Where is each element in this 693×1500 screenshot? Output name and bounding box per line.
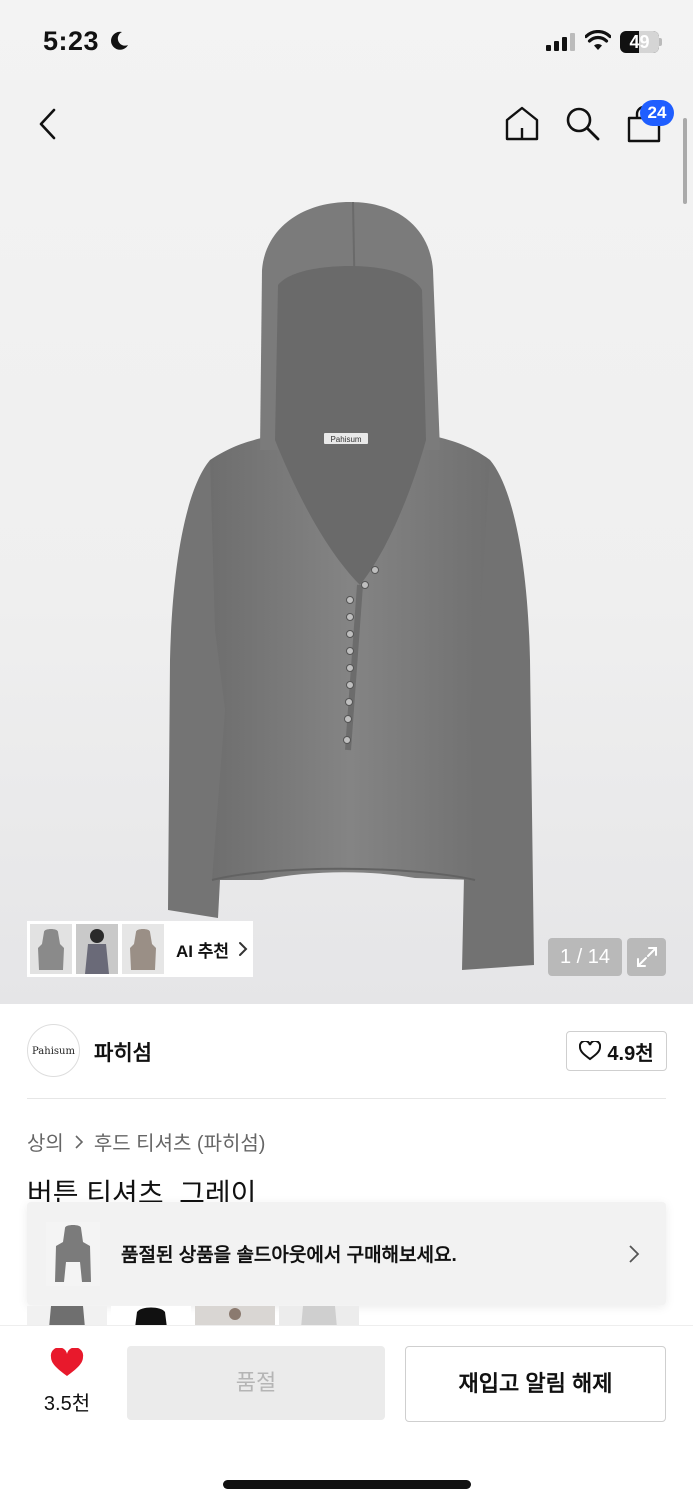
soldout-banner[interactable]: 품절된 상품을 솔드아웃에서 구매해보세요. — [27, 1202, 666, 1305]
top-nav: 24 — [0, 92, 693, 156]
soldout-thumb — [46, 1221, 100, 1286]
back-icon[interactable] — [34, 106, 62, 142]
soldout-button: 품절 — [127, 1346, 385, 1420]
product-image[interactable]: Pahisum — [150, 190, 550, 980]
status-bar: 5:23 49 — [0, 0, 693, 84]
ai-thumb-1 — [30, 924, 72, 974]
cart-count-badge: 24 — [640, 100, 674, 126]
heart-filled-icon — [50, 1347, 84, 1376]
wishlist-count: 3.5천 — [43, 1393, 91, 1415]
breadcrumb-subcategory[interactable]: 후드 티셔츠 (파히섬) — [94, 1127, 266, 1156]
ai-recommend-chip[interactable]: AI 추천 — [27, 921, 253, 977]
chevron-right-icon — [75, 1134, 83, 1149]
brand-like-button[interactable]: 4.9천 — [566, 1031, 667, 1071]
garment-brand-label: Pahisum — [330, 435, 361, 444]
bottom-action-bar: 3.5천 품절 재입고 알림 해제 — [0, 1325, 693, 1500]
home-icon[interactable] — [503, 104, 541, 142]
brand-like-count: 4.9천 — [607, 1042, 654, 1065]
breadcrumb: 상의 후드 티셔츠 (파히섬) — [27, 1127, 265, 1156]
wishlist-button[interactable]: 3.5천 — [34, 1347, 100, 1418]
brand-logo[interactable]: Pahisum — [27, 1024, 80, 1077]
ai-recommend-label: AI 추천 — [176, 941, 230, 961]
battery-icon: 49 — [620, 31, 662, 53]
heart-outline-icon — [579, 1041, 602, 1061]
expand-icon — [636, 947, 657, 967]
restock-alert-off-button[interactable]: 재입고 알림 해제 — [405, 1346, 666, 1422]
ai-thumb-3 — [122, 924, 164, 974]
scrollbar[interactable] — [683, 118, 687, 204]
status-time: 5:23 — [43, 26, 100, 56]
signal-icon — [546, 33, 575, 51]
soldout-banner-text: 품절된 상품을 솔드아웃에서 구매해보세요. — [121, 1245, 457, 1266]
expand-image-button[interactable] — [627, 938, 666, 976]
brand-name[interactable]: 파히섬 — [94, 1037, 152, 1067]
wifi-icon — [585, 30, 611, 50]
ai-thumb-2 — [76, 924, 118, 974]
moon-icon — [111, 31, 128, 50]
chevron-right-icon — [629, 1244, 640, 1263]
breadcrumb-category[interactable]: 상의 — [27, 1127, 64, 1156]
brand-row: Pahisum 파히섬 4.9천 — [27, 1024, 667, 1078]
image-page-counter: 1 / 14 — [548, 938, 622, 976]
search-icon[interactable] — [563, 104, 601, 142]
chevron-right-icon — [239, 942, 248, 956]
divider — [27, 1098, 666, 1099]
home-indicator — [223, 1480, 471, 1489]
battery-percent: 49 — [629, 32, 650, 52]
